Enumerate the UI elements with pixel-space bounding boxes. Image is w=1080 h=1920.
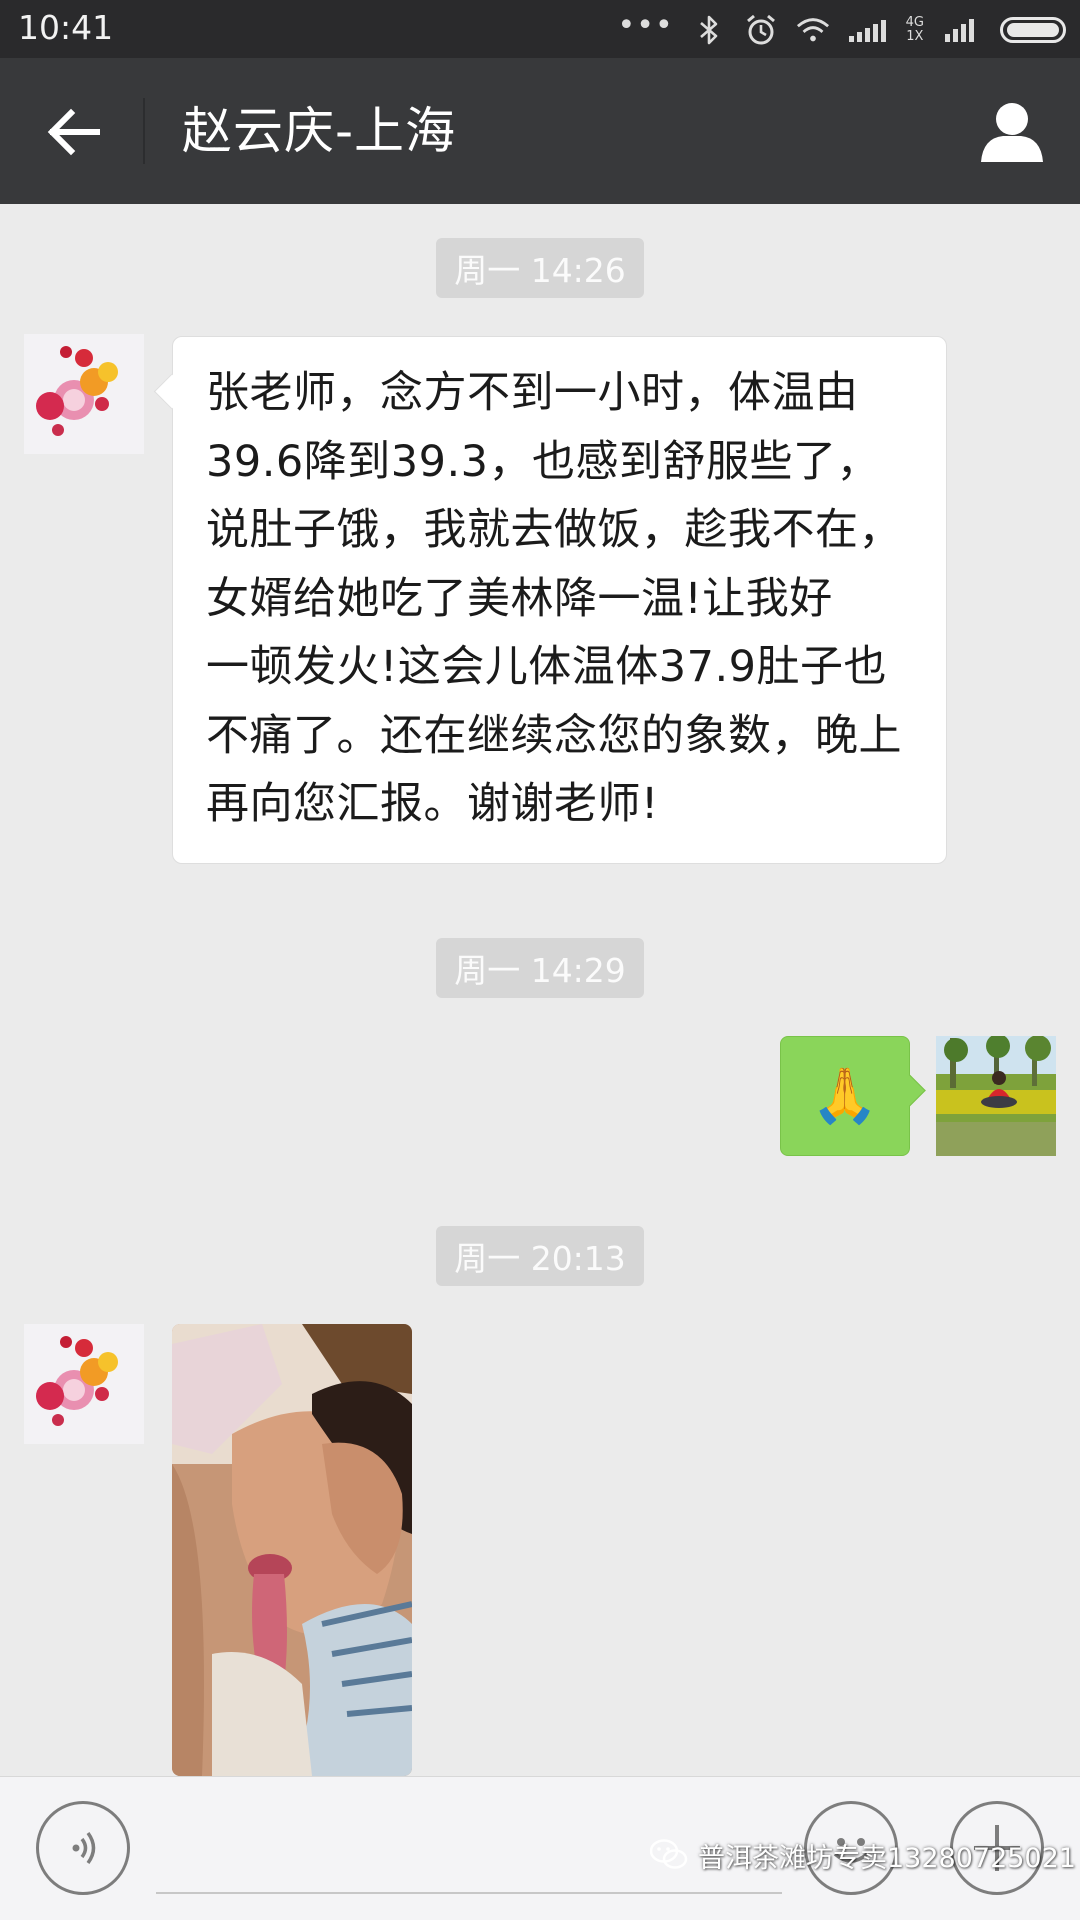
back-button[interactable]	[36, 94, 112, 170]
status-icons: ••• 4G 1X	[618, 8, 1066, 52]
status-time: 10:41	[18, 8, 114, 47]
status-bar: 10:41 ••• 4G 1X	[0, 0, 1080, 58]
profile-button[interactable]	[974, 94, 1050, 170]
message-input[interactable]	[156, 1892, 782, 1894]
input-bar: 普洱茶滩坊专卖13280725021	[0, 1776, 1080, 1920]
wifi-icon	[796, 13, 830, 47]
network-4g-label: 4G	[905, 15, 924, 30]
chat-header: 赵云庆-上海	[0, 58, 1080, 204]
alarm-icon	[744, 13, 778, 47]
bluetooth-icon	[692, 13, 726, 47]
chat-title: 赵云庆-上海	[182, 102, 457, 160]
message-line: 一顿发火!这会儿体温体37.9肚子也	[206, 642, 887, 692]
watermark-text: 普洱茶滩坊专卖13280725021	[698, 1842, 1076, 1874]
battery-icon	[1000, 17, 1066, 43]
message-timestamp: 周一 14:26	[436, 238, 644, 298]
message-line: 再向您汇报。谢谢老师!	[206, 779, 659, 829]
voice-button[interactable]	[36, 1801, 130, 1895]
message-timestamp: 周一 14:29	[436, 938, 644, 998]
praying-hands-emoji: 🙏	[811, 1064, 879, 1127]
message-line: 张老师，念方不到一小时，体温由	[206, 368, 859, 418]
network-1x-label: 1X	[906, 29, 924, 44]
network-type-label: 4G 1X	[906, 16, 924, 44]
message-line: 39.6降到39.3，也感到舒服些了，	[206, 436, 880, 487]
sent-emoji-bubble[interactable]: 🙏	[780, 1036, 910, 1156]
received-photo[interactable]	[172, 1324, 412, 1776]
arrow-left-icon	[47, 108, 100, 156]
signal-strength-icon	[848, 13, 888, 47]
message-line: 不痛了。还在继续念您的象数，晚上	[206, 710, 902, 761]
signal-strength-2-icon	[942, 13, 982, 47]
chat-messages[interactable]: 周一 14:26 张老师，念方不到一小时，体温由 39.6降到39.3，也感到舒…	[0, 204, 1080, 1776]
contact-avatar[interactable]	[24, 1324, 144, 1444]
message-line: 说肚子饿，我就去做饭，趁我不在，	[206, 505, 902, 555]
wechat-logo-icon	[650, 1839, 688, 1869]
voice-icon	[72, 1831, 96, 1865]
message-line: 女婿给她吃了美林降一温!让我好	[206, 573, 833, 624]
header-divider	[143, 98, 145, 164]
more-dots-icon: •••	[617, 8, 674, 43]
person-icon	[981, 103, 1043, 162]
received-text-bubble[interactable]: 张老师，念方不到一小时，体温由 39.6降到39.3，也感到舒服些了， 说肚子饿…	[172, 336, 947, 864]
contact-avatar[interactable]	[24, 334, 144, 454]
message-timestamp: 周一 20:13	[436, 1226, 644, 1286]
my-avatar[interactable]	[936, 1036, 1056, 1156]
watermark: 普洱茶滩坊专卖13280725021	[650, 1835, 1076, 1875]
